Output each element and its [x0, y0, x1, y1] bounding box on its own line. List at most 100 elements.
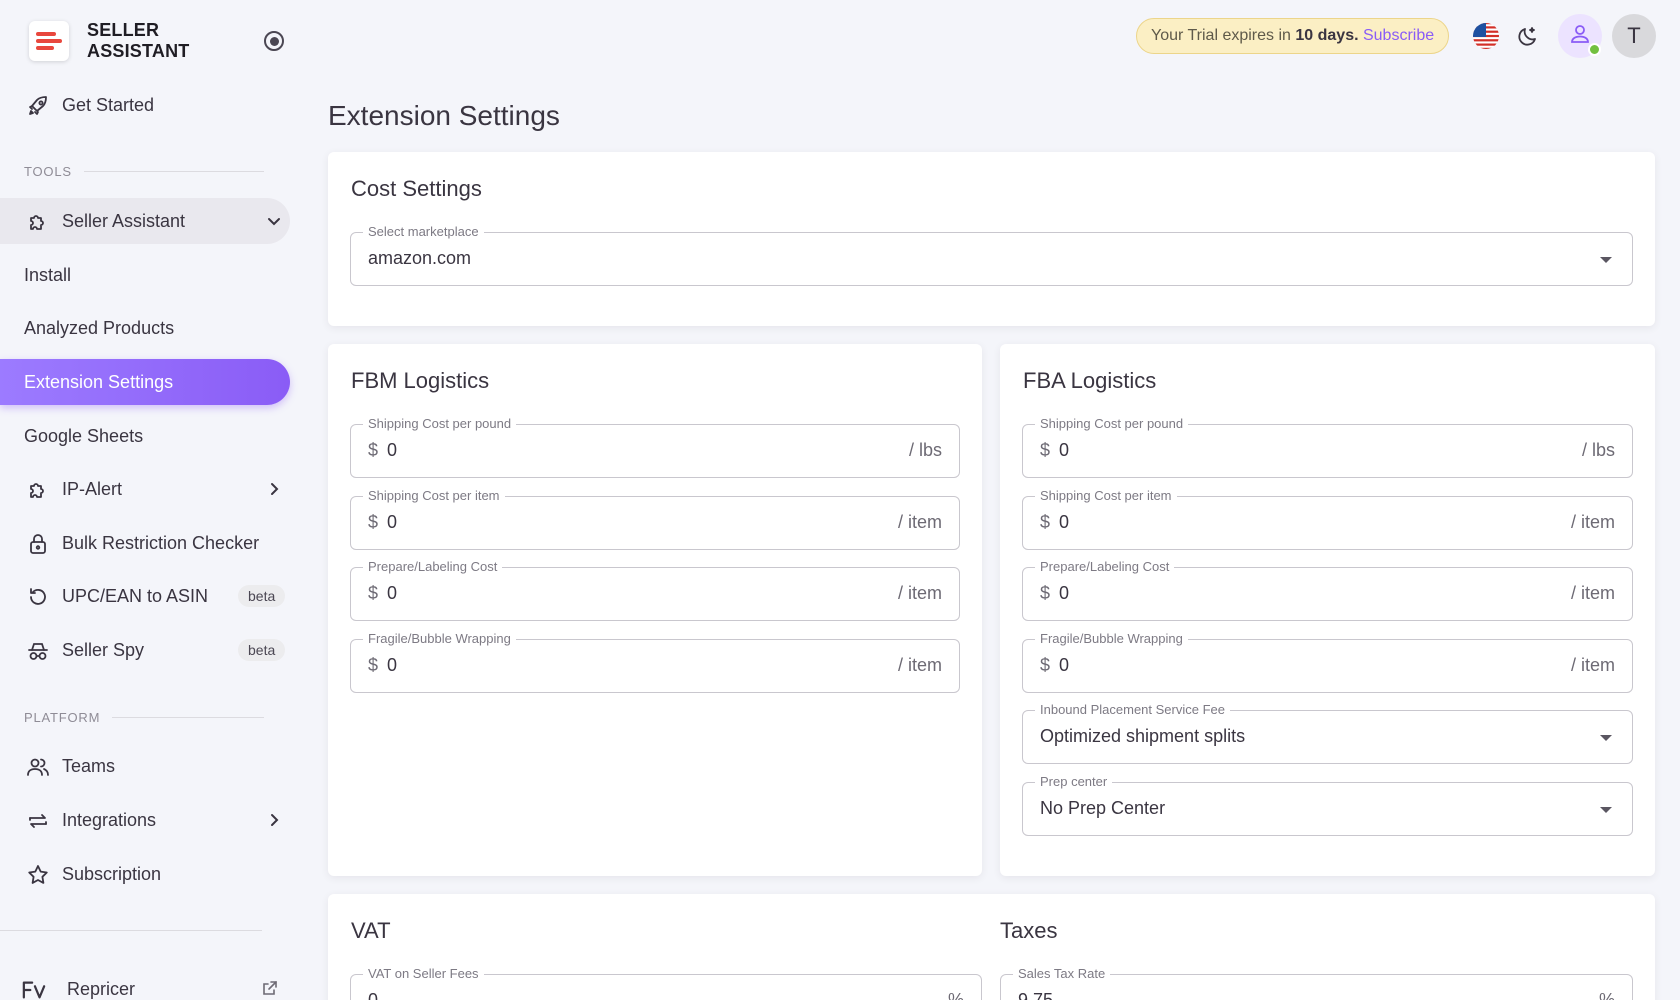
sidebar-item-analyzed-products[interactable]: Analyzed Products [0, 305, 290, 351]
sidebar-item-repricer[interactable]: Repricer [0, 966, 290, 1000]
sidebar-item-get-started[interactable]: Get Started [0, 82, 290, 128]
field-prefix: $ [1040, 512, 1051, 532]
sidebar-item-label: Google Sheets [24, 425, 144, 446]
sidebar-item-ip-alert[interactable]: IP-Alert [0, 466, 290, 512]
field-prefix: $ [1040, 440, 1051, 460]
sidebar-item-integrations[interactable]: Integrations [0, 797, 290, 843]
field-prefix: $ [368, 655, 379, 675]
fba-shipping-per-pound-input[interactable]: Shipping Cost per pound $ 0 / lbs [1022, 416, 1633, 478]
field-suffix: / item [897, 512, 942, 532]
field-label: Sales Tax Rate [1013, 966, 1111, 982]
sales-tax-rate-input[interactable]: Sales Tax Rate 9.75 % [1000, 966, 1633, 1000]
sidebar-item-subscription[interactable]: Subscription [0, 851, 290, 897]
field-prefix: $ [1040, 655, 1051, 675]
moon-icon[interactable] [1512, 20, 1544, 52]
inbound-placement-fee-select[interactable]: Inbound Placement Service Fee Optimized … [1022, 702, 1633, 764]
field-value: 0 [387, 655, 398, 675]
field-label: Select marketplace [363, 224, 484, 240]
dropdown-caret-icon [1600, 735, 1612, 741]
sidebar-item-install[interactable]: Install [0, 252, 290, 298]
repricer-logo-icon [22, 978, 46, 1000]
page-title: Extension Settings [328, 100, 560, 131]
sidebar-item-teams[interactable]: Teams [0, 743, 290, 789]
puzzle-icon [26, 210, 50, 234]
sidebar-item-label: IP-Alert [62, 478, 123, 499]
field-suffix: / item [897, 655, 942, 675]
fba-fragile-wrapping-input[interactable]: Fragile/Bubble Wrapping $ 0 / item [1022, 631, 1633, 693]
avatar[interactable]: T [1612, 14, 1656, 58]
trial-banner: Your Trial expires in 10 days. Subscribe [1136, 18, 1450, 54]
field-prefix: $ [368, 512, 379, 532]
fba-prepare-labeling-input[interactable]: Prepare/Labeling Cost $ 0 / item [1022, 559, 1633, 621]
cost-settings-card: Cost Settings Select marketplace amazon.… [328, 152, 1655, 326]
field-prefix: $ [368, 583, 379, 603]
brand[interactable]: SELLER ASSISTANT [29, 20, 189, 62]
fba-logistics-card: FBA Logistics Shipping Cost per pound $ … [1000, 344, 1655, 876]
field-suffix: % [1598, 990, 1615, 1000]
fbm-logistics-card: FBM Logistics Shipping Cost per pound $ … [328, 344, 982, 876]
field-label: Inbound Placement Service Fee [1035, 702, 1230, 718]
fba-shipping-per-item-input[interactable]: Shipping Cost per item $ 0 / item [1022, 488, 1633, 550]
fbm-prepare-labeling-input[interactable]: Prepare/Labeling Cost $ 0 / item [350, 559, 960, 621]
field-value: amazon.com [368, 248, 472, 268]
marketplace-select[interactable]: Select marketplace amazon.com [350, 224, 1633, 286]
sidebar: SELLER ASSISTANT Get Started TOOLS Selle… [0, 0, 300, 1000]
field-label: Shipping Cost per item [1035, 488, 1177, 504]
fbm-fragile-wrapping-input[interactable]: Fragile/Bubble Wrapping $ 0 / item [350, 631, 960, 693]
us-flag-icon[interactable] [1470, 20, 1502, 52]
sidebar-item-extension-settings[interactable]: Extension Settings [0, 359, 290, 405]
field-prefix: $ [1040, 583, 1051, 603]
sidebar-item-label: Subscription [62, 863, 162, 884]
sidebar-item-bulk-restriction-checker[interactable]: Bulk Restriction Checker [0, 520, 290, 566]
sidebar-item-upc-ean-to-asin[interactable]: UPC/EAN to ASIN beta [0, 573, 290, 619]
teams-icon [26, 755, 50, 779]
dropdown-caret-icon [1600, 257, 1612, 263]
fbm-shipping-per-pound-input[interactable]: Shipping Cost per pound $ 0 / lbs [350, 416, 960, 478]
sidebar-group-seller-assistant[interactable]: Seller Assistant [0, 198, 290, 244]
field-prefix: $ [368, 440, 379, 460]
field-value: 0 [1059, 655, 1070, 675]
field-value: 0 [387, 583, 398, 603]
field-value: 0 [1059, 583, 1070, 603]
lock-icon [26, 532, 50, 556]
card-title: FBM Logistics [351, 368, 490, 393]
field-value: No Prep Center [1040, 798, 1166, 818]
sidebar-item-seller-spy[interactable]: Seller Spy beta [0, 627, 290, 673]
field-value: 0 [368, 990, 379, 1000]
field-suffix: / item [1570, 583, 1615, 603]
card-title: VAT [351, 918, 391, 943]
section-label-tools: TOOLS [24, 164, 264, 179]
field-suffix: / lbs [908, 440, 942, 460]
vat-taxes-card: VAT Taxes VAT on Seller Fees 0 % Sales T… [328, 894, 1655, 1000]
sidebar-item-label: Get Started [62, 94, 155, 115]
field-suffix: / lbs [1581, 440, 1615, 460]
field-label: Fragile/Bubble Wrapping [363, 631, 516, 647]
chevron-right-icon [264, 810, 284, 830]
beta-badge: beta [238, 585, 286, 607]
beta-badge: beta [238, 639, 286, 661]
field-suffix: / item [897, 583, 942, 603]
section-label-platform: PLATFORM [24, 710, 264, 725]
field-value: 9.75 [1018, 990, 1054, 1000]
fbm-shipping-per-item-input[interactable]: Shipping Cost per item $ 0 / item [350, 488, 960, 550]
field-label: Shipping Cost per item [363, 488, 505, 504]
sidebar-item-label: Repricer [67, 978, 136, 999]
card-title: Cost Settings [351, 176, 482, 201]
sidebar-item-label: Integrations [62, 809, 157, 830]
chevron-right-icon [264, 479, 284, 499]
sidebar-item-google-sheets[interactable]: Google Sheets [0, 413, 290, 459]
sidebar-collapse-toggle[interactable] [264, 31, 284, 51]
field-label: Prep center [1035, 774, 1113, 790]
subscribe-link[interactable]: Subscribe [1363, 27, 1434, 44]
sidebar-item-label: Seller Assistant [62, 210, 186, 231]
vat-on-seller-fees-input[interactable]: VAT on Seller Fees 0 % [350, 966, 982, 1000]
puzzle-icon [26, 478, 50, 502]
user-menu-button[interactable] [1558, 14, 1602, 58]
field-label: Prepare/Labeling Cost [363, 559, 503, 575]
field-value: 0 [387, 440, 398, 460]
user-icon [1568, 22, 1592, 51]
card-title: FBA Logistics [1023, 368, 1157, 393]
prep-center-select[interactable]: Prep center No Prep Center [1022, 774, 1633, 836]
card-title: Taxes [1000, 918, 1058, 943]
field-suffix: / item [1570, 512, 1615, 532]
